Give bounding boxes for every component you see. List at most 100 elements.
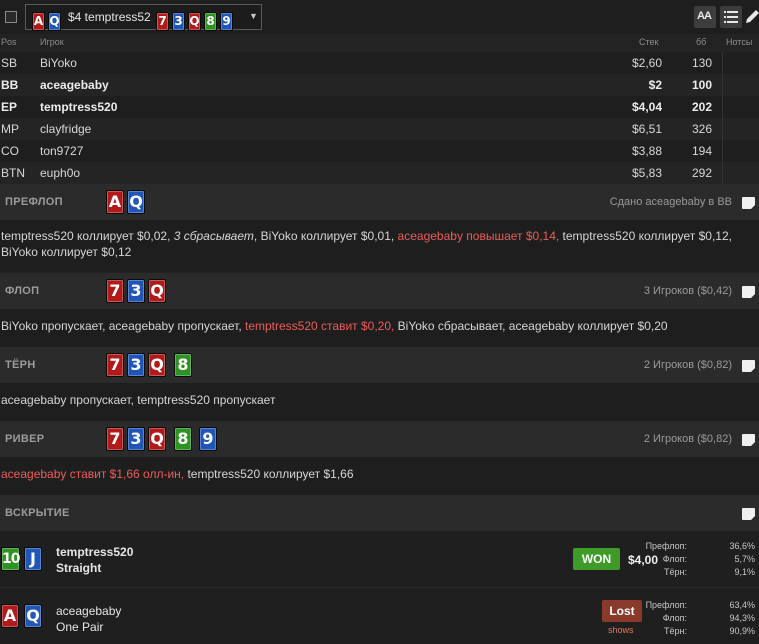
card: 3 [127, 279, 145, 303]
table-row[interactable]: MP clayfridge $6,51 326 [0, 118, 759, 140]
card: 3 [172, 12, 185, 31]
note-icon[interactable] [742, 197, 755, 209]
edit-button[interactable] [746, 6, 759, 28]
pencil-icon [746, 10, 759, 23]
street-info: 2 Игроков ($0,82) [643, 359, 732, 371]
street-title: ПРЕФЛОП [5, 196, 63, 208]
action-text: temptress520 коллирует $0,02, [1, 229, 174, 243]
street-actions-flop: BiYoko пропускает, aceagebaby пропускает… [0, 309, 759, 347]
shows-label: shows [608, 625, 634, 635]
street-title: РИВЕР [5, 433, 45, 445]
card: A [1, 604, 19, 628]
equity-value: 9,1% [734, 567, 755, 577]
hand-label: $4 temptress52 [68, 10, 151, 24]
street-info: 2 Игроков ($0,82) [643, 433, 732, 445]
street-header-turn: ТЁРН 7 3 Q 8 2 Игроков ($0,82) [0, 347, 759, 383]
action-text-highlight: aceagebaby ставит $1,66 олл-ин, [1, 467, 185, 481]
stack: $3,88 [631, 144, 662, 158]
street-title: ТЁРН [5, 359, 36, 371]
note-icon[interactable] [742, 286, 755, 298]
street-title: ФЛОП [5, 285, 40, 297]
card: 8 [204, 12, 217, 31]
position: CO [1, 144, 19, 158]
column-header-pos: Pos [1, 37, 17, 47]
note-icon[interactable] [742, 508, 755, 520]
stack-bb: 130 [691, 56, 712, 70]
card: 7 [106, 427, 124, 451]
card: 7 [106, 279, 124, 303]
card: 3 [127, 353, 145, 377]
card: Q [188, 12, 201, 31]
card: A [106, 190, 124, 214]
font-size-icon: AA [697, 10, 712, 22]
action-text-highlight: temptress520 ставит $0,20, [245, 319, 395, 333]
notes-column-divider [722, 52, 723, 184]
card: 10 [1, 547, 20, 571]
action-text: BiYoko пропускает, aceagebaby пропускает… [1, 319, 245, 333]
stack: $6,51 [631, 122, 662, 136]
street-header-preflop: ПРЕФЛОП A Q Сдано aceagebaby в BB [0, 184, 759, 220]
street-actions-turn: aceagebaby пропускает, temptress520 проп… [0, 383, 759, 421]
stack-bb: 194 [691, 144, 712, 158]
player-name: temptress520 [40, 100, 118, 114]
player-name: ton9727 [40, 144, 84, 158]
showdown-header: ВСКРЫТИЕ [0, 495, 759, 531]
stack: $5,83 [631, 166, 662, 180]
street-header-river: РИВЕР 7 3 Q 8 9 2 Игроков ($0,82) [0, 421, 759, 457]
hand-selector[interactable]: A Q $4 temptress52 7 3 Q 8 9 ▼ [25, 4, 262, 31]
equity-label: Флоп: [662, 554, 687, 564]
equity-value: 90,9% [729, 626, 755, 636]
street-info: Сдано aceagebaby в BB [609, 196, 732, 208]
stack-bb: 292 [691, 166, 712, 180]
table-row[interactable]: SB BiYoko $2,60 130 [0, 52, 759, 74]
showdown-title: ВСКРЫТИЕ [5, 507, 70, 519]
action-text: aceagebaby пропускает, temptress520 проп… [1, 393, 276, 407]
card: 9 [199, 427, 217, 451]
action-text: , BiYoko коллирует $0,01, [253, 229, 398, 243]
won-badge: WON [573, 548, 620, 570]
action-text-highlight: aceagebaby повышает $0,14, [397, 229, 560, 243]
action-text: 3 сбрасывает [173, 229, 254, 243]
card: Q [127, 190, 145, 214]
showdown-player-row: A Q aceagebaby One Pair Lost shows Префл… [0, 588, 759, 644]
stack: $2 [648, 78, 662, 92]
street-actions-river: aceagebaby ставит $1,66 олл-ин, temptres… [0, 457, 759, 495]
note-icon[interactable] [742, 434, 755, 446]
card: J [24, 547, 42, 571]
position: BB [1, 78, 19, 92]
top-bar: A Q $4 temptress52 7 3 Q 8 9 ▼ AA [0, 0, 759, 34]
equity-label: Префлоп: [645, 600, 687, 610]
position: EP [1, 100, 18, 114]
card: 7 [156, 12, 169, 31]
player-name: BiYoko [40, 56, 77, 70]
card: Q [148, 279, 166, 303]
action-text: BiYoko сбрасывает, aceagebaby коллирует … [394, 319, 668, 333]
table-row[interactable]: BB aceagebaby $2 100 [0, 74, 759, 96]
list-view-button[interactable] [720, 6, 742, 28]
card: 7 [106, 353, 124, 377]
lost-badge: Lost [602, 600, 642, 622]
note-icon[interactable] [742, 360, 755, 372]
position: SB [1, 56, 18, 70]
card: 9 [220, 12, 233, 31]
street-info: 3 Игроков ($0,42) [643, 285, 732, 297]
stack: $2,60 [631, 56, 662, 70]
card: 8 [174, 427, 192, 451]
table-row[interactable]: EP temptress520 $4,04 202 [0, 96, 759, 118]
card: Q [48, 12, 61, 31]
position: MP [1, 122, 19, 136]
column-header-bb: бб [696, 37, 707, 47]
table-row[interactable]: CO ton9727 $3,88 194 [0, 140, 759, 162]
card: 8 [174, 353, 192, 377]
card: A [32, 12, 45, 31]
chevron-down-icon: ▼ [249, 11, 258, 21]
card: Q [24, 604, 42, 628]
select-checkbox[interactable] [5, 11, 17, 23]
player-name: aceagebaby [40, 78, 109, 92]
player-name: euph0o [40, 166, 81, 180]
equity-value: 5,7% [734, 554, 755, 564]
action-text: temptress520 коллирует $1,66 [184, 467, 354, 481]
equity-value: 63,4% [729, 600, 755, 610]
table-row[interactable]: BTN euph0o $5,83 292 [0, 162, 759, 184]
font-size-button[interactable]: AA [694, 6, 716, 28]
